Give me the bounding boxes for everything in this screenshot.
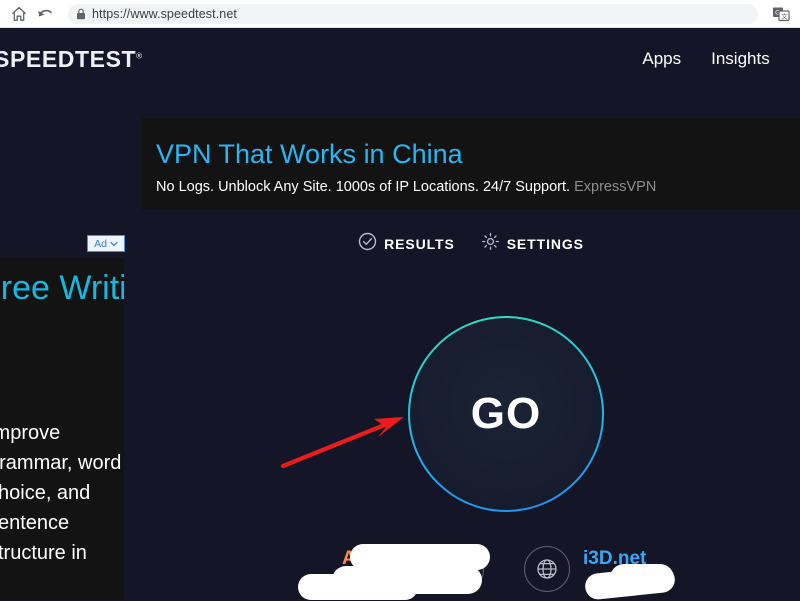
results-button[interactable]: RESULTS [358,232,455,256]
go-button-face[interactable]: GO [410,318,602,510]
side-ad-title: Free Writing Tool [0,266,124,311]
redaction-blob [298,574,418,600]
settings-label: SETTINGS [507,236,584,252]
home-icon[interactable] [6,1,32,27]
connection-row: A i3D.net [142,536,800,600]
brand-text: SPEEDTEST [0,46,136,72]
main-nav: Apps Insights N [642,49,800,69]
side-ad-body: Improve grammar, word choice, and senten… [0,418,124,568]
results-label: RESULTS [384,236,455,252]
nav-item-insights[interactable]: Insights [711,49,770,69]
nav-item-apps[interactable]: Apps [642,49,681,69]
browser-toolbar: https://www.speedtest.net G 文 [0,0,800,28]
settings-button[interactable]: SETTINGS [481,232,584,256]
go-button-label: GO [471,389,541,439]
top-ad-subtitle: No Logs. Unblock Any Site. 1000s of IP L… [156,179,800,195]
top-ad-subtitle-text: No Logs. Unblock Any Site. 1000s of IP L… [156,179,570,195]
back-arrow-icon[interactable] [32,1,58,27]
brand-trademark: ® [136,51,143,60]
top-ad-title: VPN That Works in China [156,140,800,170]
side-ad-banner[interactable]: Free Writing Tool Improve grammar, word … [0,258,124,600]
translate-icon[interactable]: G 文 [768,1,794,27]
site-header: SPEEDTEST® Apps Insights N [0,28,800,90]
top-ad-advertiser: ExpressVPN [574,179,656,195]
lock-icon [76,8,86,20]
ad-choices-badge[interactable]: Ad [87,235,125,252]
gear-icon [481,232,500,256]
top-ad-banner[interactable]: VPN That Works in China No Logs. Unblock… [142,118,800,210]
url-bar[interactable]: https://www.speedtest.net [68,4,758,24]
redaction-blob [610,564,674,592]
ad-badge-label: Ad [94,238,107,250]
svg-text:文: 文 [781,11,788,20]
speedtest-logo[interactable]: SPEEDTEST® [0,46,143,73]
chevron-down-icon [110,238,118,250]
check-circle-icon [358,232,377,256]
globe-icon[interactable] [524,546,570,592]
mode-row: RESULTS SETTINGS [142,232,800,256]
url-text: https://www.speedtest.net [92,7,237,21]
go-button[interactable]: GO [408,316,604,512]
